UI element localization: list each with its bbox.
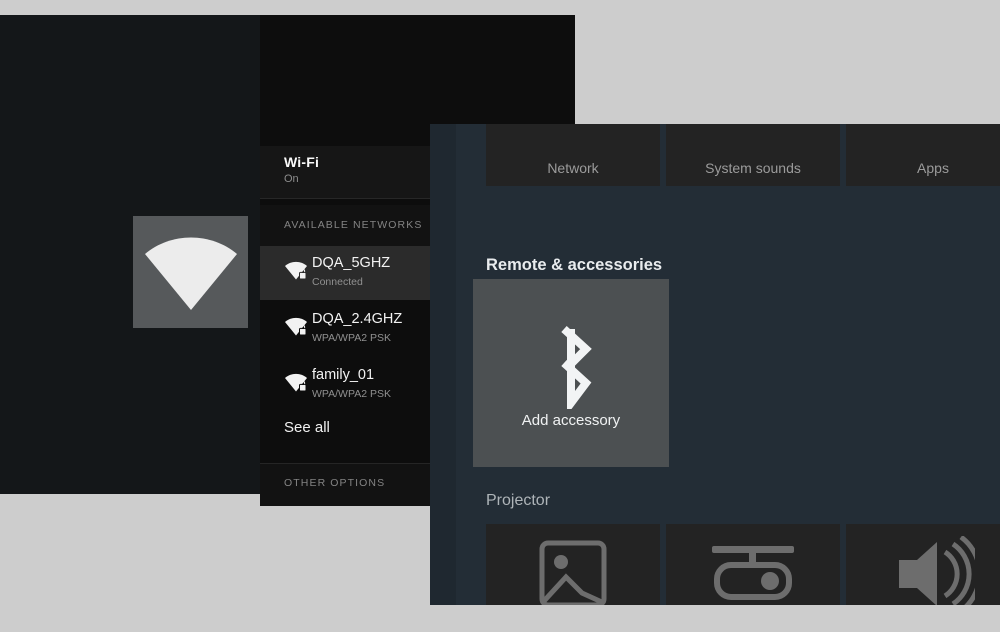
tv-settings-panel: Network System sounds Apps Remote & acce… <box>430 124 1000 605</box>
tv-tile-image[interactable] <box>486 524 660 605</box>
wifi-down-arrow-icon <box>486 124 660 186</box>
wifi-lock-icon <box>285 317 307 336</box>
see-all-label: See all <box>284 419 330 436</box>
sound-wave-icon <box>666 124 840 186</box>
network-ssid: DQA_5GHZ <box>312 255 391 271</box>
wifi-header-status: On <box>284 173 299 185</box>
screen-root: Network Wi-Fi Wi-Fi On AVAILABLE NETWORK… <box>0 0 1000 632</box>
network-detail: WPA/WPA2 PSK <box>312 388 391 400</box>
tv-tile-system-sounds[interactable]: System sounds <box>666 124 840 186</box>
available-networks-label: AVAILABLE NETWORKS <box>284 219 423 231</box>
wifi-hero-icon-tile <box>133 216 248 328</box>
section-heading-remote-accessories: Remote & accessories <box>486 256 663 274</box>
wifi-lock-icon <box>285 373 307 392</box>
tv-tile-projector[interactable] <box>666 524 840 605</box>
wifi-header-title: Wi-Fi <box>284 154 320 170</box>
network-detail: WPA/WPA2 PSK <box>312 332 391 344</box>
add-accessory-tile[interactable]: Add accessory <box>473 279 669 467</box>
add-accessory-label: Add accessory <box>521 412 621 429</box>
network-ssid: family_01 <box>312 367 375 383</box>
tv-panel-left-edge <box>430 124 456 605</box>
network-ssid: DQA_2.4GHZ <box>312 311 403 327</box>
tv-tile-network[interactable]: Network <box>486 124 660 186</box>
network-detail: Connected <box>312 276 363 288</box>
other-options-label: OTHER OPTIONS <box>284 477 386 489</box>
bluetooth-icon <box>473 323 669 409</box>
tv-tile-apps[interactable]: Apps <box>846 124 1000 186</box>
wifi-lock-icon <box>285 261 307 280</box>
projector-icon <box>666 524 840 605</box>
tv-tile-volume[interactable] <box>846 524 1000 605</box>
image-icon <box>486 524 660 605</box>
section-heading-projector: Projector <box>486 492 551 509</box>
circle-icon <box>846 124 1000 186</box>
speaker-volume-icon <box>846 524 1000 605</box>
wifi-icon <box>144 237 237 310</box>
